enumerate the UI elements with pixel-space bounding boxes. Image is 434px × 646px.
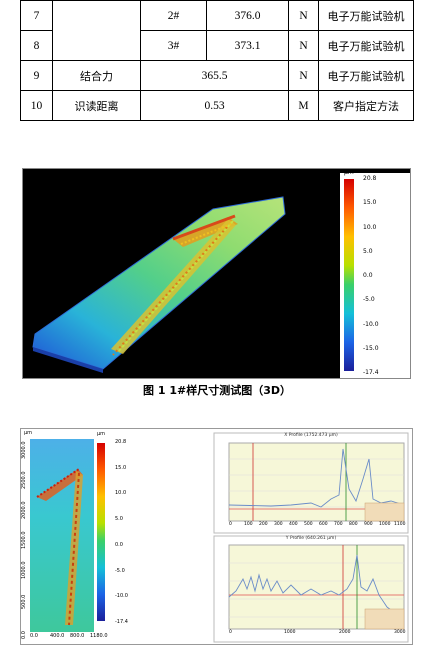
tick-label: 5.0 bbox=[363, 247, 373, 255]
results-table: 7 2# 376.0 N 电子万能试验机 8 3# 373.1 N 电子万能试验… bbox=[20, 0, 414, 121]
tick-label: 500 bbox=[304, 522, 313, 527]
tick-label: 1100 bbox=[394, 522, 406, 527]
tick-label: 1180.0 bbox=[90, 633, 108, 639]
tick-label: 200 bbox=[259, 522, 268, 527]
table-row: 7 2# 376.0 N 电子万能试验机 bbox=[20, 0, 414, 61]
tick-label: 300 bbox=[274, 522, 283, 527]
surface-3d-image bbox=[23, 169, 410, 378]
method-cell: 电子万能试验机 bbox=[318, 60, 414, 91]
table-row: 9 结合力 365.5 N 电子万能试验机 bbox=[20, 60, 414, 91]
tick-label: 10.0 bbox=[115, 490, 127, 497]
tick-label: 500.0 bbox=[21, 594, 27, 609]
height-map bbox=[30, 439, 94, 632]
row-number: 10 bbox=[20, 90, 53, 121]
tick-label: 700 bbox=[334, 522, 343, 527]
surface-2d-figure: μm 3000.0 2500.0 2000.0 1500.0 1000.0 500.0 0.… bbox=[20, 428, 413, 645]
value-cell: 376.0 bbox=[206, 0, 289, 31]
tick-label: 1000.0 bbox=[21, 561, 27, 580]
figure-caption: 图 1 1#样尺寸测试图（3D） bbox=[143, 384, 291, 397]
row-number: 8 bbox=[20, 30, 53, 61]
value-cell: 373.1 bbox=[206, 30, 289, 61]
method-cell: 客户指定方法 bbox=[318, 90, 414, 121]
tick-label: -17.4 bbox=[363, 369, 379, 376]
colorbar bbox=[97, 443, 105, 621]
sample-cell: 3# bbox=[140, 30, 207, 61]
tick-label: 15.0 bbox=[115, 464, 127, 471]
item-cell bbox=[52, 0, 141, 61]
tick-label: 0 bbox=[229, 630, 232, 635]
tick-label: -10.0 bbox=[363, 320, 379, 328]
tick-label: 600 bbox=[319, 522, 328, 527]
value-cell: 365.5 bbox=[140, 60, 289, 91]
sample-cell: 2# bbox=[140, 0, 207, 31]
unit-cell: N bbox=[288, 60, 319, 91]
unit-cell: M bbox=[288, 90, 319, 121]
y-profile-table bbox=[364, 608, 405, 630]
tick-label: 0.0 bbox=[21, 631, 27, 639]
y-profile-title: Y Profile (640.261 μm) bbox=[285, 536, 337, 541]
tick-label: -5.0 bbox=[363, 296, 375, 304]
colorbar-ticks: 20.8 15.0 10.0 5.0 0.0 -5.0 -10.0 -17.4 bbox=[115, 439, 145, 625]
tick-label: 0.0 bbox=[30, 633, 38, 639]
tick-label: 15.0 bbox=[363, 199, 377, 207]
method-cell: 电子万能试验机 bbox=[318, 30, 414, 61]
unit-cell: N bbox=[288, 30, 319, 61]
tick-label: 900 bbox=[364, 522, 373, 527]
tick-label: 2000 bbox=[339, 630, 351, 635]
x-profile-table bbox=[364, 502, 405, 522]
colorbar-unit: μm bbox=[344, 169, 354, 176]
tick-label: 2000.0 bbox=[21, 501, 27, 520]
tick-label: 400 bbox=[289, 522, 298, 527]
unit-cell: N bbox=[288, 0, 319, 31]
tick-label: 100 bbox=[244, 522, 253, 527]
x-profile-title: X Profile (1752.473 μm) bbox=[284, 433, 338, 438]
y-profile-x-ticks: 0 1000 2000 3000 bbox=[229, 630, 406, 636]
surface-3d-figure: μm 20.8 15.0 10.0 5.0 0.0 -5.0 -10.0 -15.0 -17.4 bbox=[22, 168, 411, 379]
tick-label: 20.8 bbox=[115, 439, 127, 445]
row-number: 7 bbox=[20, 0, 53, 31]
tick-label: 0 bbox=[229, 522, 232, 527]
tick-label: 1000 bbox=[284, 630, 296, 635]
tick-label: 10.0 bbox=[363, 223, 377, 231]
tick-label: 3000 bbox=[394, 630, 406, 635]
tick-label: 20.8 bbox=[363, 175, 377, 182]
tick-label: 3000.0 bbox=[21, 441, 27, 460]
method-cell: 电子万能试验机 bbox=[318, 0, 414, 31]
tick-label: 1000 bbox=[379, 522, 391, 527]
x-profile-x-ticks: 0 100 200 300 400 500 600 700 800 900 1000 1100 bbox=[229, 522, 406, 528]
item-cell: 识读距离 bbox=[52, 90, 141, 121]
tick-label: 2500.0 bbox=[21, 471, 27, 490]
tick-label: 800 bbox=[349, 522, 358, 527]
tick-label: 800.0 bbox=[70, 633, 85, 639]
table-row: 10 识读距离 0.53 M 客户指定方法 bbox=[20, 90, 414, 121]
map-x-ticks: 0.0 400.0 800.0 1180.0 bbox=[30, 633, 108, 641]
tick-label: 0.0 bbox=[115, 541, 123, 548]
tick-label: -15.0 bbox=[363, 344, 379, 352]
tick-label: 1500.0 bbox=[21, 531, 27, 550]
item-cell: 结合力 bbox=[52, 60, 141, 91]
tick-label: 400.0 bbox=[50, 633, 65, 639]
tick-label: 5.0 bbox=[115, 516, 123, 523]
tick-label: 0.0 bbox=[363, 272, 373, 279]
tick-label: -17.4 bbox=[115, 619, 128, 625]
tick-label: -10.0 bbox=[115, 593, 128, 600]
tick-label: -5.0 bbox=[115, 567, 125, 574]
map-y-ticks: 3000.0 2500.0 2000.0 1500.0 1000.0 500.0 0.0 bbox=[21, 435, 30, 640]
row-number: 9 bbox=[20, 60, 53, 91]
colorbar-unit: μm bbox=[97, 431, 106, 437]
value-cell: 0.53 bbox=[140, 90, 289, 121]
colorbar-ticks: 20.8 15.0 10.0 5.0 0.0 -5.0 -10.0 -15.0 -17.4 bbox=[363, 175, 403, 376]
